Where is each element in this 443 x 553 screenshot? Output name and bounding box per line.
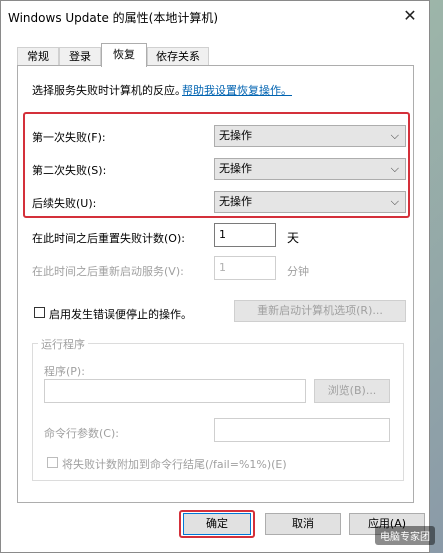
help-link[interactable]: 帮助我设置恢复操作。 — [182, 82, 292, 98]
title-bar: Windows Update 的属性(本地计算机) ✕ — [1, 1, 429, 32]
first-failure-value: 无操作 — [219, 129, 252, 142]
enable-actions-checkbox[interactable] — [34, 307, 45, 318]
restart-service-label: 在此时间之后重新启动服务(V): — [32, 265, 184, 278]
tab-dependencies[interactable]: 依存关系 — [147, 47, 209, 66]
restart-computer-options-button[interactable]: 重新启动计算机选项(R)... — [234, 300, 406, 322]
first-failure-label: 第一次失败(F): — [32, 131, 106, 144]
watermark-label: 电脑专家团 — [375, 526, 435, 545]
properties-dialog: Windows Update 的属性(本地计算机) ✕ 常规 登录 恢复 依存关… — [0, 0, 430, 553]
second-failure-select[interactable]: 无操作 ⌵ — [214, 158, 406, 180]
chevron-down-icon: ⌵ — [390, 195, 399, 208]
recovery-panel: 选择服务失败时计算机的反应。 帮助我设置恢复操作。 第一次失败(F): 无操作 … — [17, 65, 414, 503]
restart-service-input[interactable]: 1 — [214, 256, 276, 280]
close-icon[interactable]: ✕ — [397, 5, 423, 27]
enable-actions-label: 启用发生错误便停止的操作。 — [49, 308, 192, 321]
tab-logon[interactable]: 登录 — [59, 47, 101, 66]
cmd-params-input[interactable] — [214, 418, 390, 442]
append-fail-label: 将失败计数附加到命令行结尾(/fail=%1%)(E) — [62, 458, 287, 471]
tab-recovery[interactable]: 恢复 — [101, 43, 147, 67]
cancel-button[interactable]: 取消 — [265, 513, 341, 535]
first-failure-select[interactable]: 无操作 ⌵ — [214, 125, 406, 147]
program-label: 程序(P): — [44, 365, 85, 378]
subsequent-failure-value: 无操作 — [219, 195, 252, 208]
append-fail-checkbox[interactable] — [47, 457, 58, 468]
second-failure-value: 无操作 — [219, 162, 252, 175]
subsequent-failure-label: 后续失败(U): — [32, 197, 97, 210]
intro-text: 选择服务失败时计算机的反应。 — [32, 84, 186, 97]
window-title: Windows Update 的属性(本地计算机) — [8, 11, 219, 25]
second-failure-label: 第二次失败(S): — [32, 164, 107, 177]
browse-button[interactable]: 浏览(B)... — [314, 379, 390, 403]
ok-button[interactable]: 确定 — [183, 513, 251, 535]
reset-count-unit: 天 — [287, 231, 300, 245]
chevron-down-icon: ⌵ — [390, 129, 399, 142]
subsequent-failure-select[interactable]: 无操作 ⌵ — [214, 191, 406, 213]
run-program-group-label: 运行程序 — [38, 336, 88, 352]
cmd-params-label: 命令行参数(C): — [44, 427, 119, 440]
chevron-down-icon: ⌵ — [390, 162, 399, 175]
reset-count-input[interactable]: 1 — [214, 223, 276, 247]
tab-general[interactable]: 常规 — [17, 47, 59, 66]
restart-service-unit: 分钟 — [287, 265, 309, 278]
reset-count-label: 在此时间之后重置失败计数(O): — [32, 232, 185, 245]
program-input[interactable] — [44, 379, 306, 403]
